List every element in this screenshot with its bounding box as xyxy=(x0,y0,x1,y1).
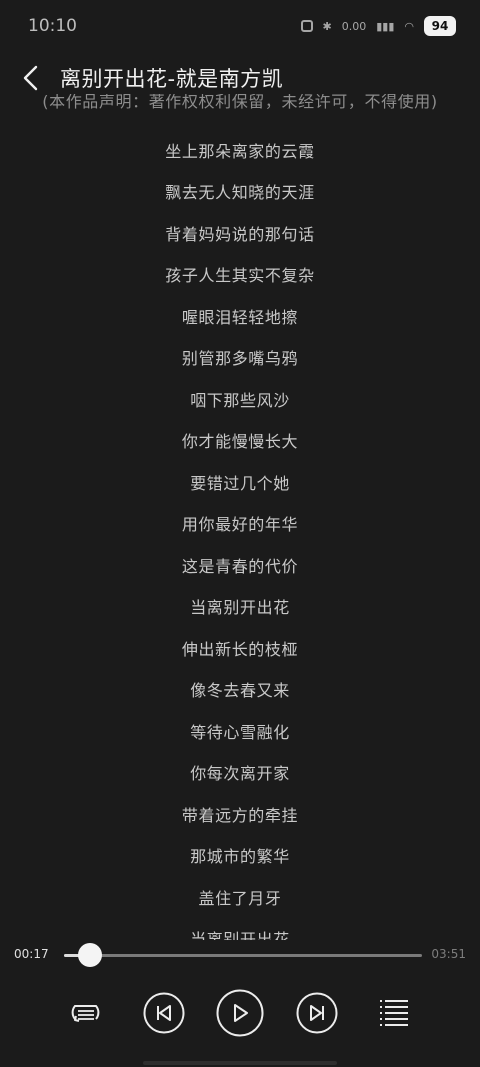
lyric-line: 盖住了月牙 xyxy=(198,889,282,908)
lyric-line: 用你最好的年华 xyxy=(181,515,299,534)
repeat-mode-button[interactable] xyxy=(67,996,105,1030)
bluetooth-icon: ✱ xyxy=(322,19,332,33)
status-icons: ✱ 0.00 ▮▮▮ ◠ 94 xyxy=(300,16,456,36)
playlist-icon xyxy=(380,1000,408,1026)
current-time: 00:17 xyxy=(14,947,49,961)
lyrics-panel[interactable]: (本作品声明：著作权权利保留，未经许可，不得使用) 坐上那朵离家的云霞 飘去无人… xyxy=(0,94,480,940)
lyric-line: 那城市的繁华 xyxy=(190,847,290,866)
play-icon xyxy=(216,989,264,1037)
chevron-left-icon xyxy=(23,65,38,91)
lyric-line: 别管那多嘴乌鸦 xyxy=(181,349,299,368)
play-button[interactable] xyxy=(216,989,264,1037)
repeat-list-icon xyxy=(71,1005,100,1022)
next-button[interactable] xyxy=(296,992,338,1034)
page-title: 离别开出花-就是南方凯 xyxy=(60,67,284,91)
status-time: 10:10 xyxy=(28,16,77,36)
playlist-button[interactable] xyxy=(376,996,412,1030)
lyric-line: 等待心雪融化 xyxy=(190,723,290,742)
seek-thumb[interactable] xyxy=(78,943,103,967)
previous-button[interactable] xyxy=(143,992,185,1034)
net-speed: 0.00 xyxy=(341,19,367,33)
status-bar: 10:10 ✱ 0.00 ▮▮▮ ◠ 94 xyxy=(0,0,480,52)
lyric-line: 这是青春的代价 xyxy=(181,557,299,576)
lyric-line: 你每次离开家 xyxy=(190,764,290,783)
notification-icon xyxy=(300,20,313,32)
lyric-line: 要错过几个她 xyxy=(190,474,290,493)
lyric-line: (本作品声明：著作权权利保留，未经许可，不得使用) xyxy=(42,94,438,111)
lyric-line: 像冬去春又来 xyxy=(190,681,290,700)
lyric-line: 孩子人生其实不复杂 xyxy=(165,266,315,285)
lyric-line: 喔眼泪轻轻地擦 xyxy=(181,308,299,327)
lyric-line: 带着远方的牵挂 xyxy=(181,806,299,825)
total-time: 03:51 xyxy=(431,947,466,961)
seek-track[interactable] xyxy=(64,943,422,967)
lyric-line: 背着妈妈说的那句话 xyxy=(165,225,315,244)
progress-bar: 00:17 03:51 xyxy=(0,938,480,972)
lyric-line: 你才能慢慢长大 xyxy=(181,432,299,451)
lyric-line: 坐上那朵离家的云霞 xyxy=(165,142,315,161)
signal-icon: ▮▮▮ xyxy=(376,19,395,33)
lyric-line: 当离别开出花 xyxy=(190,598,290,617)
home-indicator[interactable] xyxy=(143,1061,337,1065)
wifi-icon: ◠ xyxy=(404,19,414,33)
lyric-line: 飘去无人知晓的天涯 xyxy=(165,183,315,202)
skip-previous-icon xyxy=(143,992,185,1034)
skip-next-icon xyxy=(296,992,338,1034)
lyric-line: 伸出新长的枝桠 xyxy=(181,640,299,659)
battery-badge: 94 xyxy=(424,16,456,36)
playback-controls xyxy=(0,989,480,1037)
lyric-line: 咽下那些风沙 xyxy=(190,391,290,410)
